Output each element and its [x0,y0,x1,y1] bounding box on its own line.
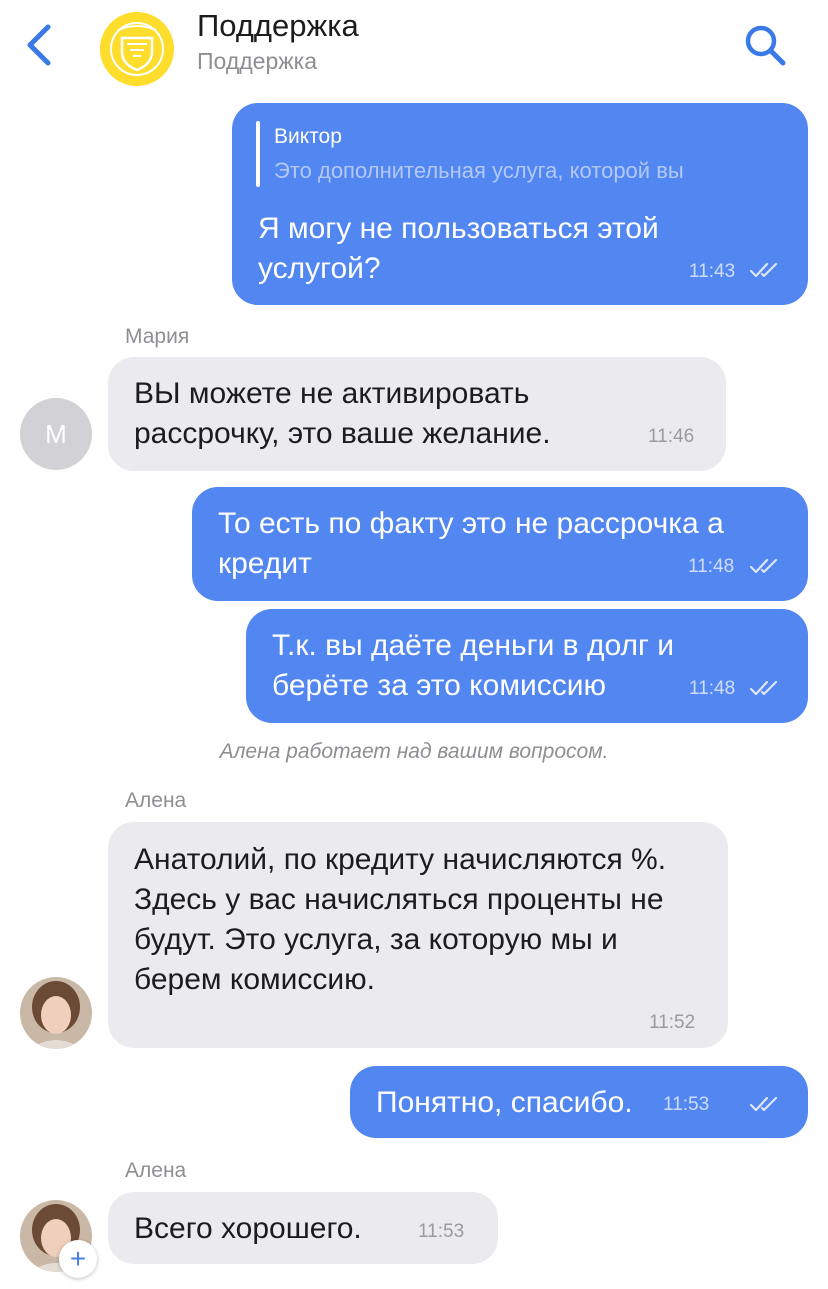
outgoing-message[interactable]: Виктор Это дополнительная услуга, которо… [232,103,808,305]
incoming-message[interactable]: Анатолий, по кредиту начисляются %. Здес… [108,822,728,1048]
message-text: ВЫ можете не активировать рассрочку, это… [134,377,551,450]
support-logo-avatar[interactable] [100,12,174,86]
message-time: 11:52 [649,1012,696,1033]
avatar-photo[interactable] [20,977,92,1049]
message-time: 11:48 [689,678,736,699]
incoming-message[interactable]: Всего хорошего. 11:53 [108,1192,498,1264]
message-text: Т.к. вы даёте деньги в долг и берёте за … [272,629,675,702]
message-text: Анатолий, по кредиту начисляются %. Здес… [134,843,667,996]
bank-emblem-icon [100,12,174,86]
system-notice: Алена работает над вашим вопросом. [219,740,609,763]
message-time: 11:48 [688,556,735,577]
message-text: Всего хорошего. [134,1212,362,1245]
sender-name: Алена [125,789,187,812]
message-time: 11:46 [648,426,695,447]
quote-text: Это дополнительная услуга, которой вы [274,158,684,183]
sender-name: Алена [125,1159,187,1182]
incoming-message[interactable]: ВЫ можете не активировать рассрочку, это… [108,357,726,471]
search-icon[interactable] [742,22,788,68]
sender-name: Мария [125,325,190,348]
read-checkmarks-icon [750,1096,778,1112]
outgoing-message[interactable]: Понятно, спасибо. 11:53 [350,1066,808,1138]
quote-bar [256,121,260,187]
read-checkmarks-icon [750,558,778,574]
back-chevron-icon[interactable] [22,22,62,68]
outgoing-message[interactable]: То есть по факту это не рассрочка а кред… [192,487,808,601]
message-text: Я могу не пользоваться этой услугой? [258,212,659,285]
chat-subtitle: Поддержка [197,48,317,74]
message-time: 11:53 [663,1094,710,1115]
user-photo-icon [20,977,92,1049]
message-time: 11:43 [689,261,736,282]
read-checkmarks-icon [750,680,778,696]
read-checkmarks-icon [750,262,778,278]
outgoing-message[interactable]: Т.к. вы даёте деньги в долг и берёте за … [246,609,808,723]
chat-title: Поддержка [197,8,359,43]
avatar[interactable]: М [20,398,92,470]
message-time: 11:53 [418,1221,465,1242]
add-plus-icon[interactable]: + [59,1240,97,1278]
quote-author: Виктор [274,125,342,148]
message-text: Понятно, спасибо. [376,1086,633,1119]
